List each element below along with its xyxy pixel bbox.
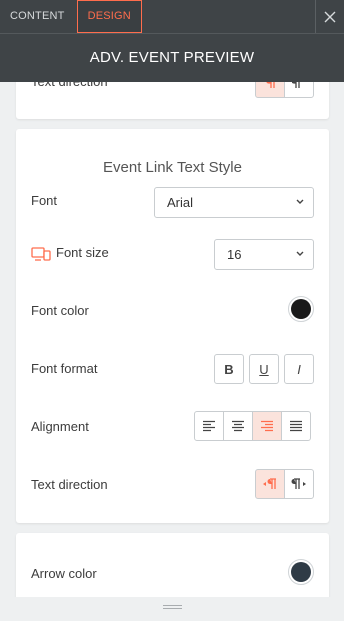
font-label: Font	[31, 193, 58, 208]
justify-icon	[290, 420, 302, 432]
font-color-dot	[291, 299, 311, 319]
arrow-color-label: Arrow color	[31, 566, 97, 581]
resize-handle-icon[interactable]	[163, 605, 182, 611]
bold-icon: B	[224, 361, 234, 377]
bottom-bar	[0, 597, 344, 621]
font-select-value: Arial	[167, 195, 194, 210]
arrow-color-swatch[interactable]	[288, 559, 314, 585]
justify-button[interactable]	[281, 411, 311, 441]
italic-icon: I	[297, 361, 301, 377]
section-title: Event Link Text Style	[103, 159, 242, 176]
tab-design[interactable]: DESIGN	[76, 0, 142, 33]
align-center-icon	[232, 420, 244, 432]
align-left-icon	[203, 420, 215, 432]
font-size-label: Font size	[56, 245, 109, 260]
italic-button[interactable]: I	[284, 354, 314, 384]
panel-title: ADV. EVENT PREVIEW	[89, 49, 255, 66]
tab-bar: CONTENT DESIGN	[0, 0, 142, 33]
align-right-button[interactable]	[252, 411, 282, 441]
font-format-group: B U I	[214, 354, 314, 384]
font-size-select[interactable]: 16	[214, 239, 314, 270]
text-direction-label: Text direction	[31, 477, 108, 492]
ltr-icon	[263, 478, 276, 489]
tab-content[interactable]: CONTENT	[0, 0, 75, 33]
chevron-down-icon	[296, 199, 304, 204]
alignment-label: Alignment	[31, 419, 89, 434]
close-button[interactable]	[315, 0, 344, 33]
text-direction-group	[255, 469, 314, 499]
ltr-button[interactable]	[255, 469, 285, 499]
rtl-icon	[291, 478, 306, 489]
underline-icon: U	[259, 361, 269, 377]
devices-icon	[31, 247, 51, 266]
rtl-button[interactable]	[284, 469, 314, 499]
font-format-label: Font format	[31, 361, 98, 376]
align-left-button[interactable]	[194, 411, 224, 441]
align-center-button[interactable]	[223, 411, 253, 441]
font-size-value: 16	[227, 247, 242, 262]
close-icon	[324, 11, 336, 22]
alignment-group	[194, 411, 311, 441]
underline-button[interactable]: U	[249, 354, 279, 384]
font-select[interactable]: Arial	[154, 187, 314, 218]
font-color-swatch[interactable]	[288, 296, 314, 322]
panel-header: CONTENT DESIGN ADV. EVENT PREVIEW	[0, 0, 344, 82]
arrow-color-dot	[291, 562, 311, 582]
font-color-label: Font color	[31, 303, 89, 318]
bold-button[interactable]: B	[214, 354, 244, 384]
align-right-icon	[261, 420, 273, 432]
chevron-down-icon	[296, 251, 304, 256]
event-link-style-card: Event Link Text Style Font Arial Font si…	[16, 129, 329, 523]
